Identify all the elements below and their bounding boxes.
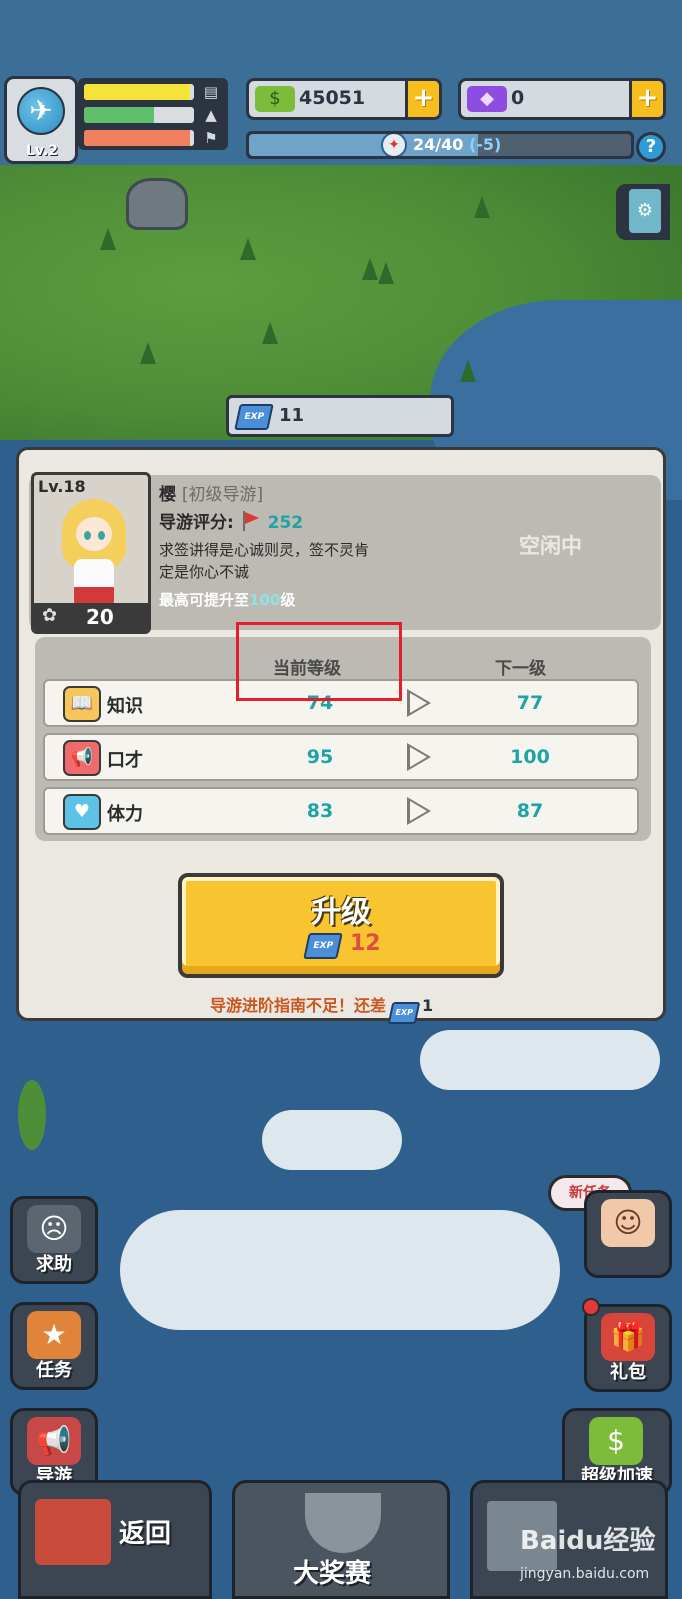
attribute-row-stamina: ♥ 体力 83 87 bbox=[43, 787, 639, 835]
guide-level: Lv.18 bbox=[38, 477, 86, 496]
bus-icon: ▤ bbox=[203, 83, 219, 101]
star-book-icon: ★ bbox=[27, 1311, 81, 1359]
arrow-right-icon bbox=[407, 797, 431, 825]
sad-face-icon: ☹ bbox=[27, 1205, 81, 1253]
tree-icon bbox=[460, 360, 476, 382]
add-money-button[interactable]: + bbox=[405, 81, 439, 117]
gear-icon: ✿ bbox=[42, 605, 58, 626]
guide-avatar-icon: ☺ bbox=[601, 1199, 655, 1247]
phone-button[interactable]: ⚙ bbox=[616, 184, 670, 240]
guide-title: [初级导游] bbox=[181, 485, 264, 505]
tree-icon bbox=[474, 196, 490, 218]
megaphone-icon: 📢 bbox=[63, 740, 101, 776]
stat-bar-track bbox=[84, 130, 194, 146]
guide-name: 樱 [初级导游] bbox=[159, 485, 264, 505]
flag-icon: ⚑ bbox=[204, 129, 218, 147]
money-value: 45051 bbox=[299, 87, 366, 109]
rating-value: 252 bbox=[267, 513, 304, 533]
flag-icon bbox=[240, 511, 262, 531]
stat-bar-track bbox=[84, 107, 194, 123]
stat-bar-fill bbox=[84, 107, 155, 123]
tasks-button[interactable]: ★ 任务 bbox=[10, 1302, 98, 1390]
grand-prix-button[interactable]: 大奖赛 bbox=[232, 1480, 450, 1599]
cloud bbox=[420, 1030, 660, 1090]
gift-icon: 🎁 bbox=[601, 1313, 655, 1361]
cloud bbox=[262, 1110, 402, 1170]
guide-star-bar: ✿ 20 bbox=[34, 603, 148, 631]
help-button[interactable]: ? bbox=[636, 132, 666, 162]
stat-bar-2: ⚑ bbox=[82, 128, 224, 148]
exp-book-icon: EXP bbox=[387, 1002, 421, 1024]
stat-bar-fill bbox=[84, 130, 190, 146]
heart-pulse-icon: ♥ bbox=[63, 794, 101, 830]
attribute-row-eloquence: 📢 口才 95 100 bbox=[43, 733, 639, 781]
tree-icon bbox=[362, 258, 378, 280]
player-level: Lv.2 bbox=[26, 143, 58, 159]
insufficient-warning: 导游进阶指南不足！还差 EXP 1 bbox=[210, 992, 433, 1024]
money-counter[interactable]: $ 45051 + bbox=[246, 78, 442, 120]
guide-character-image bbox=[62, 499, 126, 609]
phone-icon: ⚙ bbox=[629, 189, 661, 233]
rock-landmark[interactable] bbox=[126, 178, 188, 230]
col-next-level: 下一级 bbox=[495, 659, 546, 679]
book-icon: 📖 bbox=[63, 686, 101, 722]
exploration-bar: ✦ 24/40 (-5) bbox=[246, 131, 634, 159]
exp-book-count: 11 bbox=[279, 405, 305, 426]
player-stat-bars: ▤ ▲ ⚑ bbox=[78, 78, 228, 150]
tree-icon bbox=[262, 322, 278, 344]
megaphone-icon: 📢 bbox=[27, 1417, 81, 1465]
shop-icon bbox=[35, 1499, 111, 1565]
cash-stack-icon: $ bbox=[589, 1417, 643, 1465]
tree-icon bbox=[240, 238, 256, 260]
globe-plane-icon: ✈ bbox=[17, 87, 65, 135]
new-task-button[interactable]: ☺ bbox=[584, 1190, 672, 1278]
diamond-icon: ◆ bbox=[467, 86, 507, 112]
exp-book-icon: EXP bbox=[234, 404, 274, 430]
guide-rating: 导游评分: 252 bbox=[159, 511, 304, 533]
baidu-watermark: Baidu经验 bbox=[520, 1526, 656, 1556]
stat-bar-1: ▲ bbox=[82, 105, 224, 125]
tree-icon bbox=[140, 342, 156, 364]
map-island bbox=[18, 1080, 46, 1150]
guide-status: 空闲中 bbox=[519, 534, 582, 558]
arrow-right-icon bbox=[407, 689, 431, 717]
stat-bar-fill bbox=[84, 84, 190, 100]
upgrade-cost: 12 bbox=[350, 931, 381, 956]
back-button[interactable]: 返回 bbox=[18, 1480, 212, 1599]
stat-bar-track bbox=[84, 84, 194, 100]
guide-star-count: 20 bbox=[86, 605, 114, 629]
highlight-annotation-box bbox=[236, 622, 402, 701]
player-avatar[interactable]: ✈ Lv.2 bbox=[4, 76, 78, 164]
exp-book-icon: EXP bbox=[303, 933, 343, 959]
help-request-button[interactable]: ☹ 求助 bbox=[10, 1196, 98, 1284]
tree-icon bbox=[100, 228, 116, 250]
stat-bar-0: ▤ bbox=[82, 82, 224, 102]
gem-counter[interactable]: ◆ 0 + bbox=[458, 78, 666, 120]
gift-pack-button[interactable]: 🎁 礼包 bbox=[584, 1304, 672, 1392]
tree-icon bbox=[378, 262, 394, 284]
guide-max-level: 最高可提升至100级 bbox=[159, 591, 296, 609]
notification-dot bbox=[582, 1298, 600, 1316]
mountain-icon: ▲ bbox=[205, 106, 217, 124]
cash-icon: $ bbox=[255, 86, 295, 112]
cloud bbox=[120, 1210, 560, 1330]
guide-quote: 求签讲得是心诚则灵，签不灵肯 定是你心不诚 bbox=[159, 541, 370, 581]
upgrade-button[interactable]: 升级 EXP 12 bbox=[178, 873, 504, 978]
add-gems-button[interactable]: + bbox=[629, 81, 663, 117]
guide-portrait[interactable]: Lv.18 ✿ 20 bbox=[31, 472, 151, 634]
exploration-track: ✦ 24/40 (-5) bbox=[249, 134, 631, 156]
trophy-icon bbox=[305, 1493, 381, 1553]
exploration-text: 24/40 (-5) bbox=[413, 135, 502, 154]
gem-value: 0 bbox=[511, 87, 525, 109]
arrow-right-icon bbox=[407, 743, 431, 771]
exp-book-counter: EXP 11 bbox=[226, 395, 454, 437]
compass-icon: ✦ bbox=[381, 134, 407, 156]
baidu-watermark-url: jingyan.baidu.com bbox=[520, 1566, 650, 1582]
upgrade-label: 升级 bbox=[311, 895, 371, 930]
